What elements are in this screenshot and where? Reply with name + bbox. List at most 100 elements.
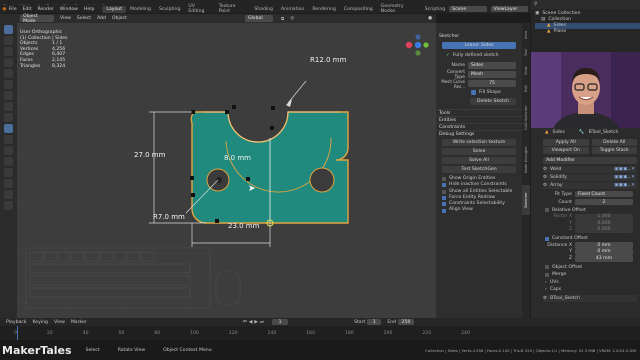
- sketch-trim-tool-icon[interactable]: [4, 179, 13, 188]
- sketch-point-tool-icon[interactable]: [4, 168, 13, 177]
- relative-offset-checkbox[interactable]: [545, 208, 549, 212]
- shading-solid-icon[interactable]: ●: [428, 16, 432, 21]
- section-constraints[interactable]: Constraints: [436, 123, 522, 130]
- sketch-rect-tool-icon[interactable]: [4, 157, 13, 166]
- menu-view[interactable]: View: [60, 16, 71, 21]
- caps-label[interactable]: Caps: [550, 286, 561, 294]
- tab-scripting[interactable]: Scripting: [421, 6, 449, 13]
- dim-radius-top[interactable]: R12.0 mm: [310, 56, 346, 64]
- menu-help[interactable]: Help: [84, 7, 94, 12]
- tab-shading[interactable]: Shading: [250, 6, 277, 13]
- scene-selector[interactable]: Scene: [449, 5, 487, 13]
- transform-tool-icon[interactable]: [4, 80, 13, 89]
- blender-logo-icon[interactable]: ◉: [0, 7, 9, 12]
- constant-offset-checkbox[interactable]: [545, 236, 549, 241]
- menu-select[interactable]: Select: [77, 16, 91, 21]
- force-redraw-checkbox[interactable]: [442, 196, 446, 201]
- solve-button[interactable]: Solve: [442, 148, 516, 155]
- fit-type-select[interactable]: Fixed Count: [575, 190, 633, 198]
- end-frame-field[interactable]: 250: [398, 318, 415, 326]
- timeline-menu-view[interactable]: View: [54, 320, 65, 325]
- snap-icon[interactable]: ⧉: [281, 16, 284, 22]
- tab-animation[interactable]: Animation: [277, 6, 308, 13]
- current-frame-field[interactable]: 1: [272, 318, 289, 326]
- uvs-label[interactable]: UVs: [550, 279, 559, 287]
- move-tool-icon[interactable]: [4, 47, 13, 56]
- count-field[interactable]: 2: [575, 198, 633, 206]
- outliner-filter-icon[interactable]: ⚲: [534, 2, 537, 7]
- menu-render[interactable]: Render: [37, 7, 53, 12]
- object-offset-label[interactable]: Object Offset: [552, 264, 582, 272]
- start-frame-field[interactable]: 1: [367, 318, 382, 326]
- sketch-line-tool-icon[interactable]: [4, 124, 13, 133]
- viewport-on-button[interactable]: Viewport On: [543, 147, 589, 154]
- dim-inner[interactable]: 8.0 mm: [224, 154, 251, 162]
- menu-file[interactable]: File: [9, 7, 17, 12]
- menu-object[interactable]: Object: [112, 16, 127, 21]
- add-cube-tool-icon[interactable]: [4, 113, 13, 122]
- show-origin-checkbox[interactable]: [442, 177, 446, 182]
- dim-height[interactable]: 27.0 mm: [134, 151, 165, 159]
- tab-compositing[interactable]: Compositing: [340, 6, 377, 13]
- distance-z-field[interactable]: 43 mm: [575, 255, 633, 262]
- vtab-node-wrangler[interactable]: Node Wrangler: [522, 139, 530, 181]
- section-tools[interactable]: Tools: [436, 109, 522, 116]
- tab-sculpting[interactable]: Sculpting: [155, 6, 184, 13]
- tab-rendering[interactable]: Rendering: [308, 6, 339, 13]
- add-modifier-button[interactable]: Add Modifier: [543, 157, 637, 164]
- object-offset-checkbox[interactable]: [545, 265, 549, 270]
- section-entities[interactable]: Entities: [436, 116, 522, 123]
- timeline-menu-keying[interactable]: Keying: [33, 320, 48, 325]
- dim-width[interactable]: 23.0 mm: [228, 222, 259, 230]
- solve-all-button[interactable]: Solve All: [442, 157, 516, 164]
- factor-z-field[interactable]: 0.000: [575, 226, 633, 233]
- constraints-selectability-checkbox[interactable]: [442, 202, 446, 207]
- vtab-cad-sketcher[interactable]: CAD Sketcher: [522, 101, 530, 135]
- write-selection-button[interactable]: Write selection texture: [442, 139, 516, 146]
- scale-tool-icon[interactable]: [4, 69, 13, 78]
- section-debug[interactable]: Debug Settings: [436, 130, 522, 137]
- sketcher-header[interactable]: Sketcher: [436, 33, 522, 40]
- menu-window[interactable]: Window: [60, 7, 78, 12]
- timeline-menu-marker[interactable]: Marker: [71, 320, 87, 325]
- vtab-sketcher[interactable]: Sketcher: [522, 185, 530, 215]
- menu-add[interactable]: Add: [97, 16, 106, 21]
- sketch-arc-tool-icon[interactable]: [4, 146, 13, 155]
- mode-selector[interactable]: Object Mode: [20, 14, 54, 24]
- outliner-item-plane[interactable]: Plane: [554, 29, 567, 35]
- modifier-array[interactable]: Array: [550, 183, 562, 188]
- playhead[interactable]: [17, 326, 18, 340]
- apply-all-button[interactable]: Apply All: [543, 139, 589, 146]
- cursor-tool-icon[interactable]: [4, 36, 13, 45]
- align-view-checkbox[interactable]: [442, 208, 446, 213]
- vtab-edit[interactable]: Edit: [522, 81, 530, 97]
- tab-modeling[interactable]: Modeling: [126, 6, 155, 13]
- sketch-offset-tool-icon[interactable]: [4, 190, 13, 199]
- delete-all-button[interactable]: Delete All: [591, 139, 637, 146]
- vtab-item[interactable]: Item: [522, 27, 530, 43]
- distance-x-field[interactable]: 0 mm: [575, 242, 633, 249]
- select-tool-icon[interactable]: [4, 25, 13, 34]
- footer-modifier-name[interactable]: BTool_Sketch: [550, 296, 580, 301]
- tab-layout[interactable]: Layout: [102, 5, 127, 13]
- factor-y-field[interactable]: 0.000: [575, 220, 633, 227]
- curve-res-field[interactable]: 75: [468, 80, 516, 87]
- fill-shape-checkbox[interactable]: [471, 90, 476, 95]
- name-field[interactable]: Sides: [468, 62, 516, 69]
- modifier-solidify[interactable]: Solidify: [550, 175, 567, 180]
- tab-geometry-nodes[interactable]: Geometry Nodes: [377, 4, 421, 14]
- toggle-stack-button[interactable]: Toggle Stack: [591, 147, 637, 154]
- timeline-menu-playback[interactable]: Playback: [6, 320, 27, 325]
- convert-type-select[interactable]: Mesh: [468, 71, 516, 78]
- hide-inactive-checkbox[interactable]: [442, 183, 446, 188]
- sketch-circle-tool-icon[interactable]: [4, 135, 13, 144]
- playback-controls-icon[interactable]: ⏮◀▶⏭: [243, 319, 266, 325]
- orientation-selector[interactable]: Global: [244, 15, 273, 22]
- array-visibility-icons[interactable]: ▣▣▣⌄✕: [614, 183, 637, 188]
- weld-visibility-icons[interactable]: ▣▣▣⌄✕: [614, 167, 637, 172]
- modifier-weld[interactable]: Weld: [550, 167, 561, 172]
- leave-sketch-button[interactable]: Leave: Sides: [442, 42, 516, 49]
- show-all-selectable-checkbox[interactable]: [442, 189, 446, 194]
- tab-uv-editing[interactable]: UV Editing: [184, 4, 214, 14]
- tab-texture-paint[interactable]: Texture Paint: [215, 4, 251, 14]
